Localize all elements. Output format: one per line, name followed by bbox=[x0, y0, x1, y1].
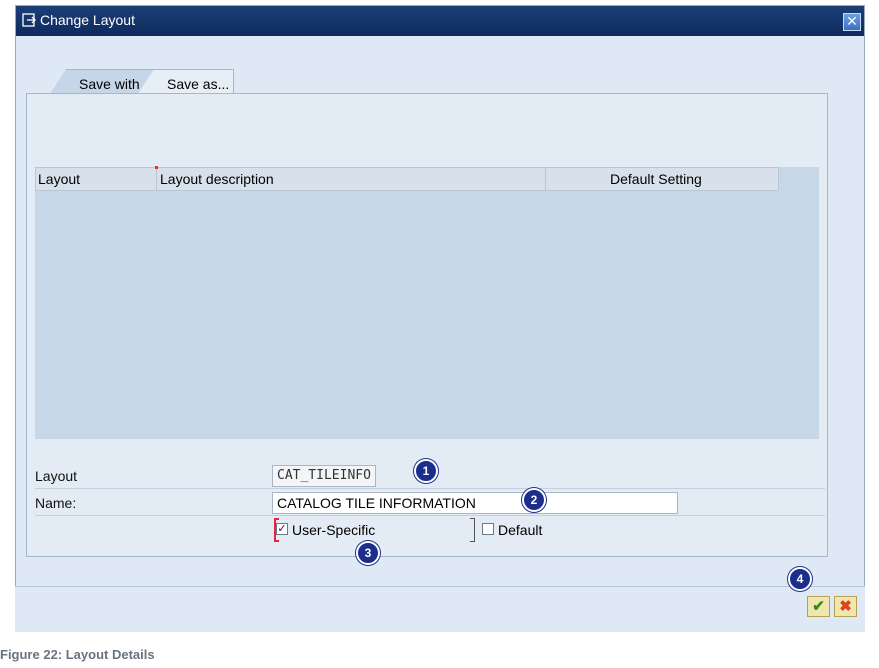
layout-table: Layout Layout description Default Settin… bbox=[35, 166, 819, 439]
table-header: Layout Layout description Default Settin… bbox=[35, 166, 780, 191]
tab-label: Save with bbox=[79, 76, 140, 92]
dialog-footer bbox=[15, 586, 865, 632]
default-label: Default bbox=[498, 522, 543, 538]
figure-caption: Figure 22: Layout Details bbox=[0, 647, 155, 662]
cancel-button[interactable]: ✖ bbox=[834, 596, 857, 617]
step-badge-4: 4 bbox=[788, 567, 812, 591]
step-badge-1: 1 bbox=[414, 459, 438, 483]
user-specific-label: User-Specific bbox=[292, 522, 376, 538]
name-input[interactable]: CATALOG TILE INFORMATION bbox=[272, 492, 678, 514]
layout-input[interactable]: CAT_TILEINFO bbox=[272, 465, 376, 487]
title-bar: Change Layout ✕ bbox=[16, 6, 864, 36]
focus-bracket bbox=[470, 518, 475, 542]
checkbox-checked[interactable]: ✓ bbox=[276, 523, 288, 535]
layout-label: Layout bbox=[35, 468, 78, 484]
divider bbox=[35, 515, 825, 516]
checkmark-icon: ✔ bbox=[812, 598, 825, 615]
divider bbox=[35, 488, 825, 489]
name-label: Name: bbox=[35, 495, 77, 511]
column-header-description[interactable]: Layout description bbox=[157, 168, 546, 190]
checkbox-unchecked[interactable] bbox=[482, 523, 494, 535]
step-badge-3: 3 bbox=[356, 541, 380, 565]
cancel-icon: ✖ bbox=[839, 598, 852, 615]
column-header-layout[interactable]: Layout bbox=[36, 168, 157, 190]
change-layout-icon bbox=[22, 13, 36, 27]
dialog-title: Change Layout bbox=[40, 12, 135, 28]
ok-button[interactable]: ✔ bbox=[807, 596, 830, 617]
close-icon[interactable]: ✕ bbox=[843, 13, 861, 31]
tab-label: Save as... bbox=[167, 76, 230, 92]
column-header-default[interactable]: Default Setting bbox=[546, 168, 780, 190]
step-badge-2: 2 bbox=[522, 488, 546, 512]
